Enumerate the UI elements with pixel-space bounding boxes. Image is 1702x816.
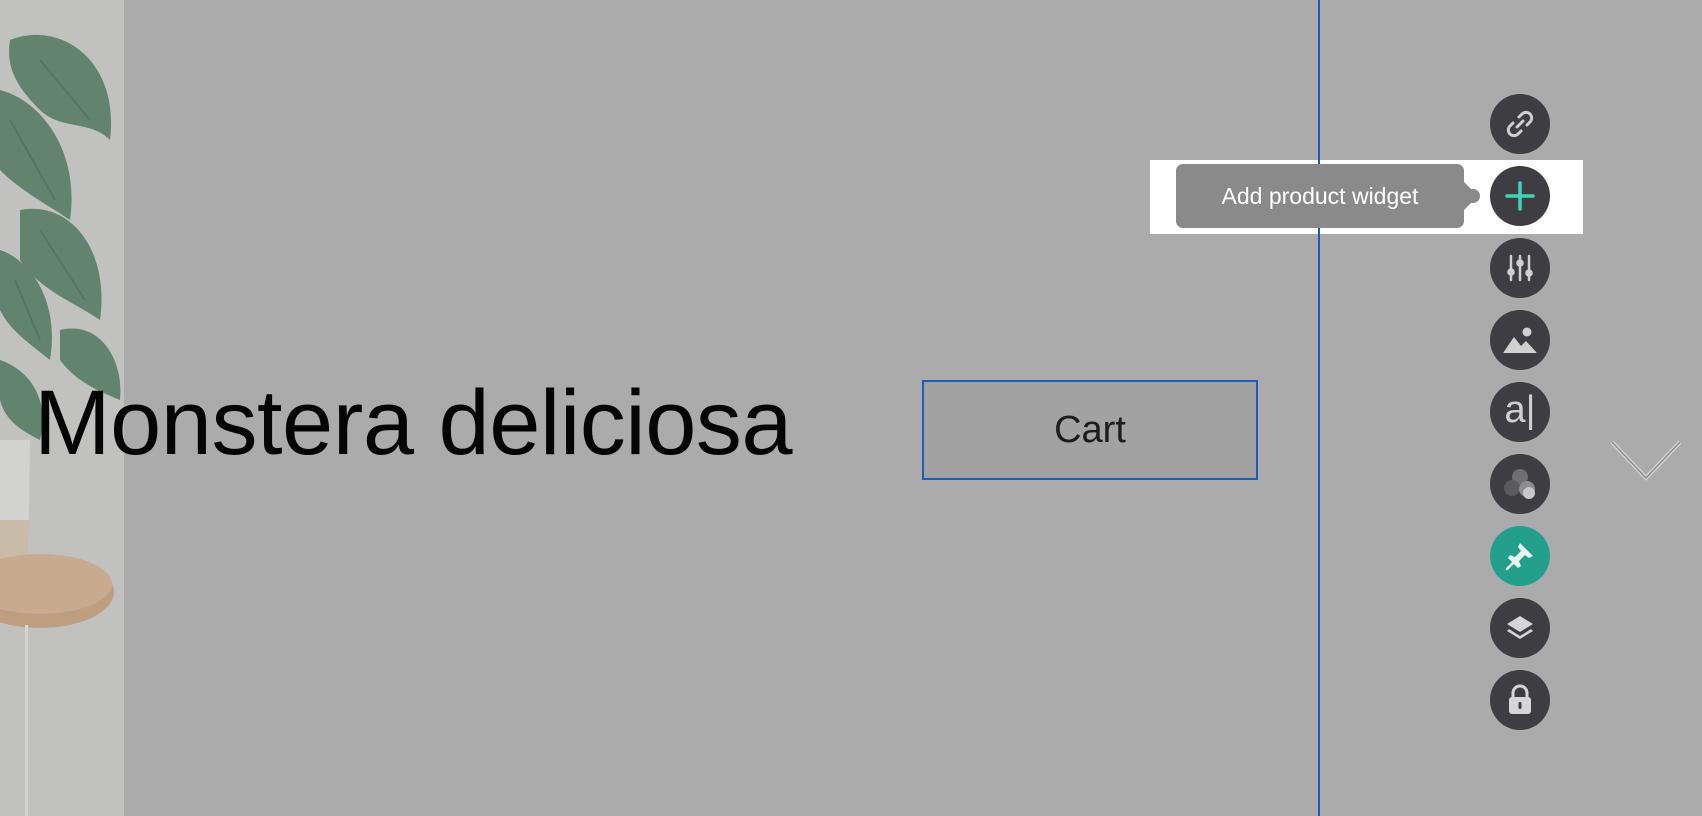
layers-button[interactable] [1490,598,1550,658]
alignment-guide-line [1318,0,1320,816]
text-icon: a| [1504,389,1536,431]
product-title[interactable]: Monstera deliciosa [34,368,793,478]
layers-icon [1507,616,1533,639]
effects-button[interactable] [1490,454,1550,514]
chevron-down-icon[interactable] [1608,438,1684,484]
adjustments-button[interactable] [1490,238,1550,298]
lock-icon [1509,684,1531,714]
plus-icon [1505,181,1535,211]
add-product-widget-button[interactable] [1490,166,1550,226]
text-button[interactable]: a| [1490,382,1550,442]
tooltip-pointer-dot [1466,189,1480,203]
cart-button[interactable]: Cart [922,380,1258,480]
add-product-widget-tooltip: Add product widget [1176,164,1478,228]
lock-button[interactable] [1490,670,1550,730]
pin-icon [1505,543,1533,571]
image-button[interactable] [1490,310,1550,370]
sliders-icon [1507,254,1533,282]
link-icon [1506,110,1534,138]
canvas-stage: Monstera deliciosa Cart Add product widg… [0,0,1702,816]
link-button[interactable] [1490,94,1550,154]
pin-button[interactable] [1490,526,1550,586]
image-icon [1503,327,1537,353]
effects-icon [1504,469,1535,499]
